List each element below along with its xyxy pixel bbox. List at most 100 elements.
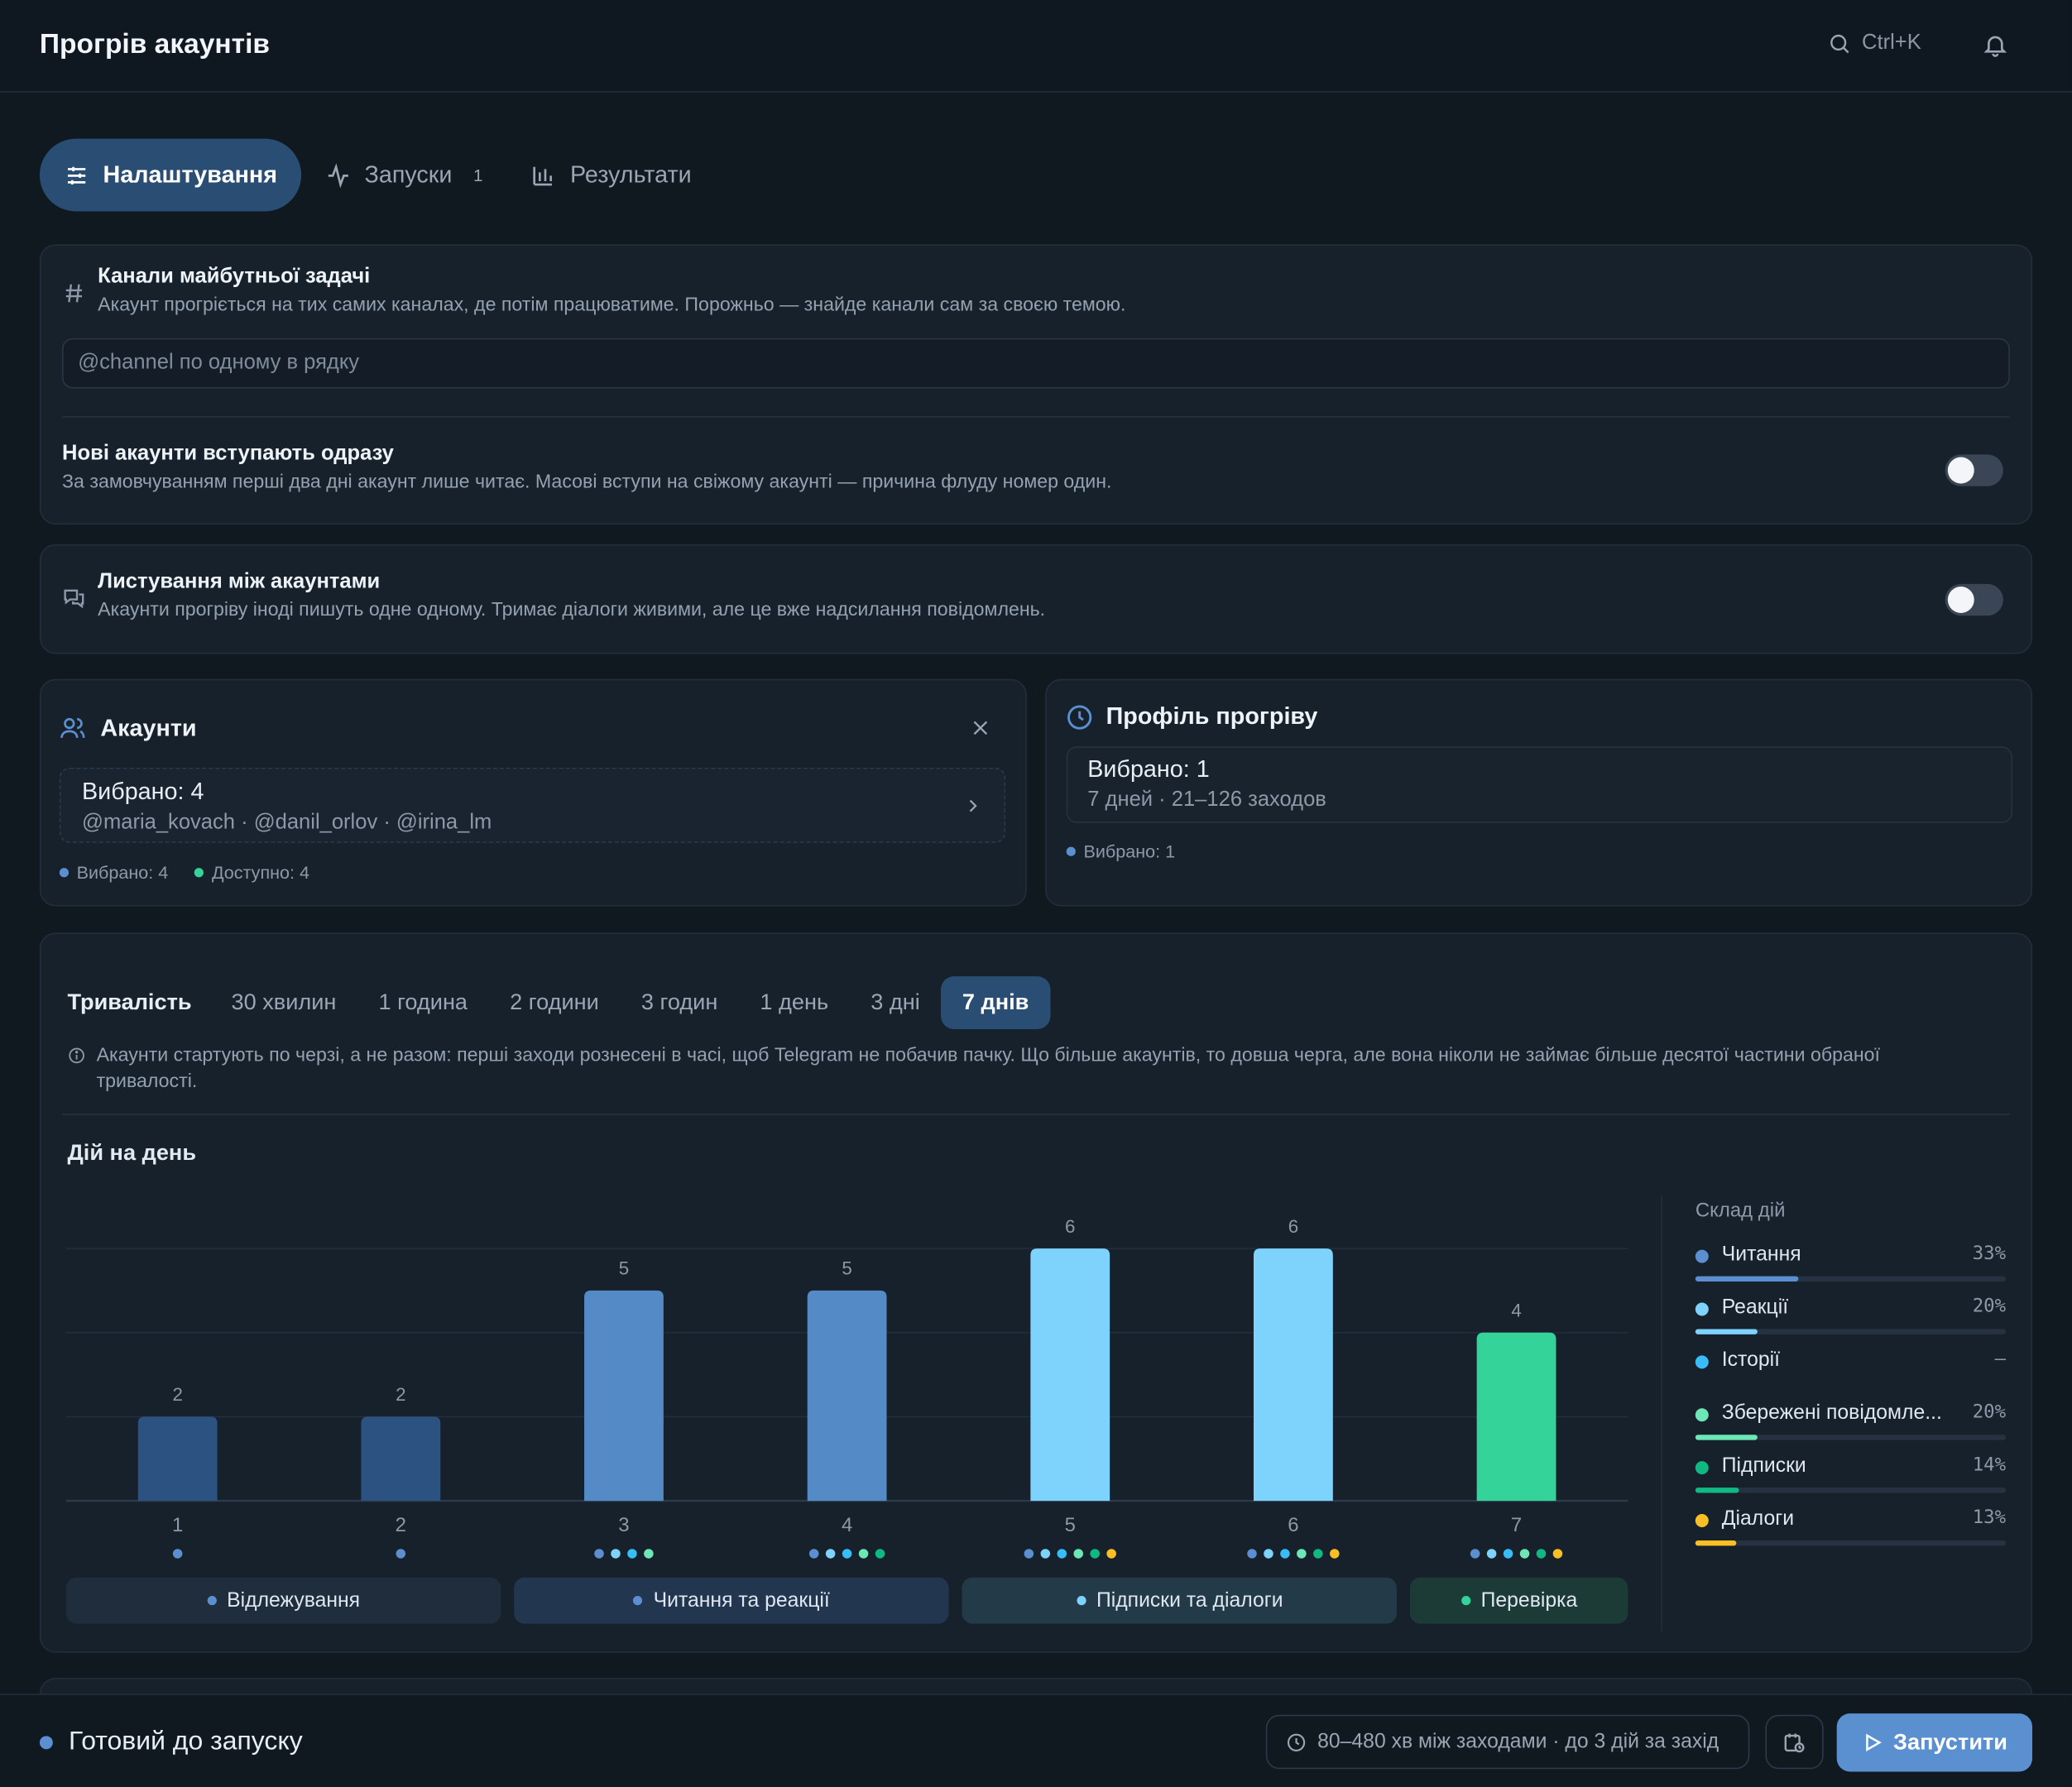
composition-track bbox=[1695, 1329, 2007, 1334]
day-action-dot bbox=[1536, 1549, 1547, 1559]
composition-dot bbox=[1695, 1408, 1709, 1422]
day-action-dot bbox=[644, 1549, 654, 1559]
composition-percent: 33% bbox=[1972, 1243, 2007, 1265]
x-tick-label: 7 bbox=[1511, 1514, 1522, 1536]
bar-day-5 bbox=[1030, 1248, 1110, 1502]
phase-segment: Відлежування bbox=[65, 1577, 501, 1624]
day-action-dot bbox=[1264, 1549, 1273, 1559]
bar-value-label: 4 bbox=[1511, 1301, 1521, 1321]
day-action-dot bbox=[1040, 1549, 1051, 1559]
day-action-dot bbox=[1024, 1549, 1034, 1559]
phase-label: Перевірка bbox=[1480, 1588, 1578, 1612]
composition-item: Історії — bbox=[1695, 1349, 2006, 1401]
phase-label: Читання та реакції bbox=[653, 1588, 830, 1612]
bar-day-4 bbox=[807, 1290, 887, 1502]
clock-icon bbox=[1287, 1732, 1306, 1751]
x-tick-label: 2 bbox=[396, 1514, 406, 1536]
calendar-clock-icon bbox=[1784, 1732, 1805, 1752]
schedule-text: 80–480 хв між заходами · до 3 дій за зах… bbox=[1317, 1730, 1719, 1753]
run-button-label: Запустити bbox=[1893, 1729, 2008, 1755]
composition-dot bbox=[1695, 1514, 1709, 1528]
run-button[interactable]: Запустити bbox=[1836, 1713, 2033, 1772]
bar-day-2 bbox=[361, 1416, 441, 1502]
app-root: Прогрів акаунтів Ctrl+K Налаштування Зап… bbox=[0, 0, 2072, 1787]
composition-percent: 14% bbox=[1972, 1454, 2007, 1476]
composition-legend: Склад дій Читання 33% Реакції 20% Історії — Зб… bbox=[1656, 1199, 2007, 1560]
day-action-dot bbox=[875, 1549, 885, 1559]
bar-day-6 bbox=[1254, 1248, 1333, 1502]
day-action-dot bbox=[1073, 1549, 1083, 1559]
composition-percent: — bbox=[1994, 1349, 2007, 1370]
composition-item: Читання 33% bbox=[1695, 1243, 2007, 1296]
composition-percent: 13% bbox=[1972, 1507, 2007, 1529]
x-tick-label: 1 bbox=[172, 1514, 183, 1536]
day-action-dot bbox=[594, 1549, 604, 1559]
day-action-dot bbox=[1106, 1549, 1116, 1559]
day-action-dot bbox=[1552, 1549, 1563, 1559]
composition-track bbox=[1695, 1540, 2007, 1546]
day-action-dot bbox=[1057, 1549, 1067, 1559]
day-action-dot bbox=[1280, 1549, 1290, 1559]
day-action-dot bbox=[858, 1549, 869, 1559]
day-action-dot bbox=[1330, 1549, 1340, 1559]
day-action-dot bbox=[172, 1549, 183, 1559]
phase-segment: Підписки та діалоги bbox=[962, 1577, 1398, 1624]
phase-dot bbox=[633, 1596, 643, 1606]
phase-label: Підписки та діалоги bbox=[1096, 1588, 1283, 1612]
bar-day-3 bbox=[584, 1290, 664, 1502]
x-tick-label: 5 bbox=[1065, 1514, 1076, 1536]
composition-fill bbox=[1695, 1329, 1758, 1334]
bar-value-label: 2 bbox=[172, 1384, 182, 1405]
phase-label: Відлежування bbox=[227, 1588, 361, 1612]
day-action-dot bbox=[1247, 1549, 1257, 1559]
day-action-dot bbox=[627, 1549, 637, 1559]
run-status-text: Готовий до запуску bbox=[69, 1727, 303, 1756]
day-action-dot bbox=[1486, 1549, 1497, 1559]
play-icon bbox=[1865, 1733, 1882, 1752]
bar-day-7 bbox=[1476, 1332, 1556, 1502]
composition-track bbox=[1695, 1488, 2007, 1493]
bar-day-1 bbox=[137, 1416, 218, 1502]
composition-fill bbox=[1695, 1540, 1736, 1546]
day-action-dot bbox=[825, 1549, 836, 1559]
x-tick-label: 6 bbox=[1288, 1514, 1298, 1536]
bar-value-label: 5 bbox=[842, 1258, 851, 1279]
composition-dot bbox=[1695, 1302, 1709, 1316]
day-action-dot bbox=[1297, 1549, 1307, 1559]
day-action-dot bbox=[1519, 1549, 1530, 1559]
composition-dot bbox=[1695, 1249, 1709, 1263]
schedule-button[interactable] bbox=[1765, 1714, 1824, 1770]
day-action-dot bbox=[842, 1549, 852, 1559]
schedule-summary[interactable]: 80–480 хв між заходами · до 3 дій за зах… bbox=[1265, 1714, 1750, 1770]
bar-value-label: 5 bbox=[619, 1258, 629, 1279]
composition-percent: 20% bbox=[1972, 1401, 2007, 1423]
bar-value-label: 6 bbox=[1065, 1216, 1075, 1237]
phase-dot bbox=[207, 1596, 217, 1606]
phase-dot bbox=[1460, 1596, 1470, 1606]
phase-dot bbox=[1076, 1596, 1086, 1606]
bar-value-label: 6 bbox=[1288, 1216, 1298, 1237]
day-action-dot bbox=[1470, 1549, 1480, 1559]
day-action-dot bbox=[396, 1549, 406, 1559]
x-tick-label: 4 bbox=[842, 1514, 852, 1536]
composition-list: Читання 33% Реакції 20% Історії — Збережені по… bbox=[1656, 1243, 2007, 1560]
composition-item: Реакції 20% bbox=[1695, 1296, 2007, 1349]
composition-name: Діалоги bbox=[1721, 1507, 1795, 1531]
composition-track bbox=[1695, 1435, 2007, 1440]
composition-item: Збережені повідомле... 20% bbox=[1695, 1401, 2007, 1454]
composition-item: Підписки 14% bbox=[1695, 1454, 2007, 1507]
composition-name: Реакції bbox=[1721, 1296, 1789, 1319]
composition-name: Історії bbox=[1721, 1349, 1780, 1372]
composition-fill bbox=[1695, 1276, 1798, 1282]
composition-percent: 20% bbox=[1972, 1296, 2007, 1318]
day-action-dot bbox=[611, 1549, 621, 1559]
composition-title: Склад дій bbox=[1695, 1199, 1786, 1223]
composition-item: Діалоги 13% bbox=[1695, 1507, 2007, 1560]
day-action-dot bbox=[808, 1549, 819, 1559]
day-action-dot bbox=[1503, 1549, 1513, 1559]
composition-fill bbox=[1695, 1488, 1739, 1493]
footer-bar: Готовий до запуску 80–480 хв між заходам… bbox=[0, 1694, 2072, 1787]
composition-name: Читання bbox=[1721, 1243, 1801, 1266]
status-dot bbox=[39, 1735, 53, 1749]
bar-value-label: 2 bbox=[396, 1384, 405, 1405]
